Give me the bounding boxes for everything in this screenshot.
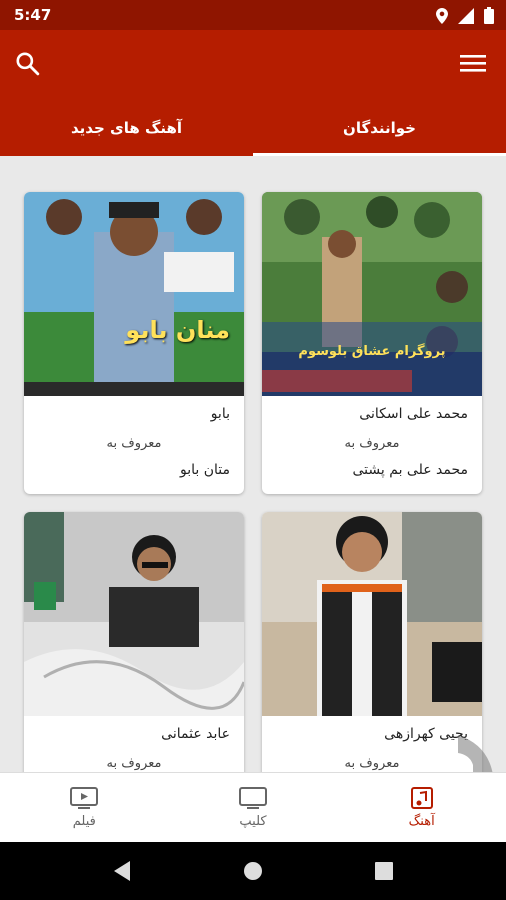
location-icon: [436, 7, 448, 24]
app-bar: آهنگ های جدید خوانندگان: [0, 30, 506, 156]
signal-icon: [458, 7, 474, 24]
singer-image: [24, 512, 244, 716]
bottom-navigation: فیلم کلیپ آهنگ: [0, 772, 506, 842]
tab-singers[interactable]: خوانندگان: [253, 100, 506, 156]
nav-clips[interactable]: کلیپ: [169, 773, 338, 842]
known-as-label: معروف به: [106, 756, 162, 771]
menu-icon: [460, 55, 486, 72]
card-banner-text: پروگرام عشاق بلوسوم: [298, 344, 446, 359]
status-time: 5:47: [14, 6, 52, 24]
singer-image: [262, 512, 482, 716]
singer-card[interactable]: عابد عثمانی معروف به: [24, 512, 244, 772]
nav-label: کلیپ: [239, 814, 267, 829]
status-bar: 5:47: [0, 0, 506, 30]
singer-name: بابو: [210, 406, 230, 422]
status-icons: [436, 7, 494, 24]
singer-card[interactable]: یحیی کهرازهی معروف به: [262, 512, 482, 772]
singer-image: پروگرام عشاق بلوسوم: [262, 192, 482, 396]
battery-icon: [484, 7, 494, 24]
back-icon[interactable]: [112, 860, 132, 882]
known-as-label: معروف به: [344, 436, 400, 451]
search-button[interactable]: [14, 50, 46, 82]
singer-full-name: محمد علی بم پشتی: [352, 462, 468, 478]
tv-icon: [239, 787, 267, 809]
video-icon: [70, 787, 99, 809]
singer-full-name: متان بابو: [179, 462, 230, 478]
singer-image: منان بابو: [24, 192, 244, 396]
nav-films[interactable]: فیلم: [0, 773, 169, 842]
singer-name: محمد علی اسکانی: [359, 406, 468, 422]
nav-label: فیلم: [72, 814, 96, 829]
singers-grid: پروگرام عشاق بلوسوم محمد علی اسکانی معرو…: [0, 156, 506, 772]
nav-label: آهنگ: [408, 814, 435, 829]
nav-songs[interactable]: آهنگ: [337, 773, 506, 842]
music-icon: [410, 787, 433, 809]
home-icon[interactable]: [242, 860, 264, 882]
card-banner-text: منان بابو: [125, 316, 230, 344]
singer-card[interactable]: منان بابو بابو معروف به متان بابو: [24, 192, 244, 494]
singer-name: عابد عثمانی: [161, 726, 230, 742]
system-navigation-bar: [0, 842, 506, 900]
known-as-label: معروف به: [106, 436, 162, 451]
singer-card[interactable]: پروگرام عشاق بلوسوم محمد علی اسکانی معرو…: [262, 192, 482, 494]
search-icon: [16, 52, 40, 76]
menu-button[interactable]: [460, 52, 488, 80]
tab-new-songs[interactable]: آهنگ های جدید: [0, 100, 253, 156]
tab-bar: آهنگ های جدید خوانندگان: [0, 100, 506, 156]
recents-icon[interactable]: [374, 861, 394, 881]
